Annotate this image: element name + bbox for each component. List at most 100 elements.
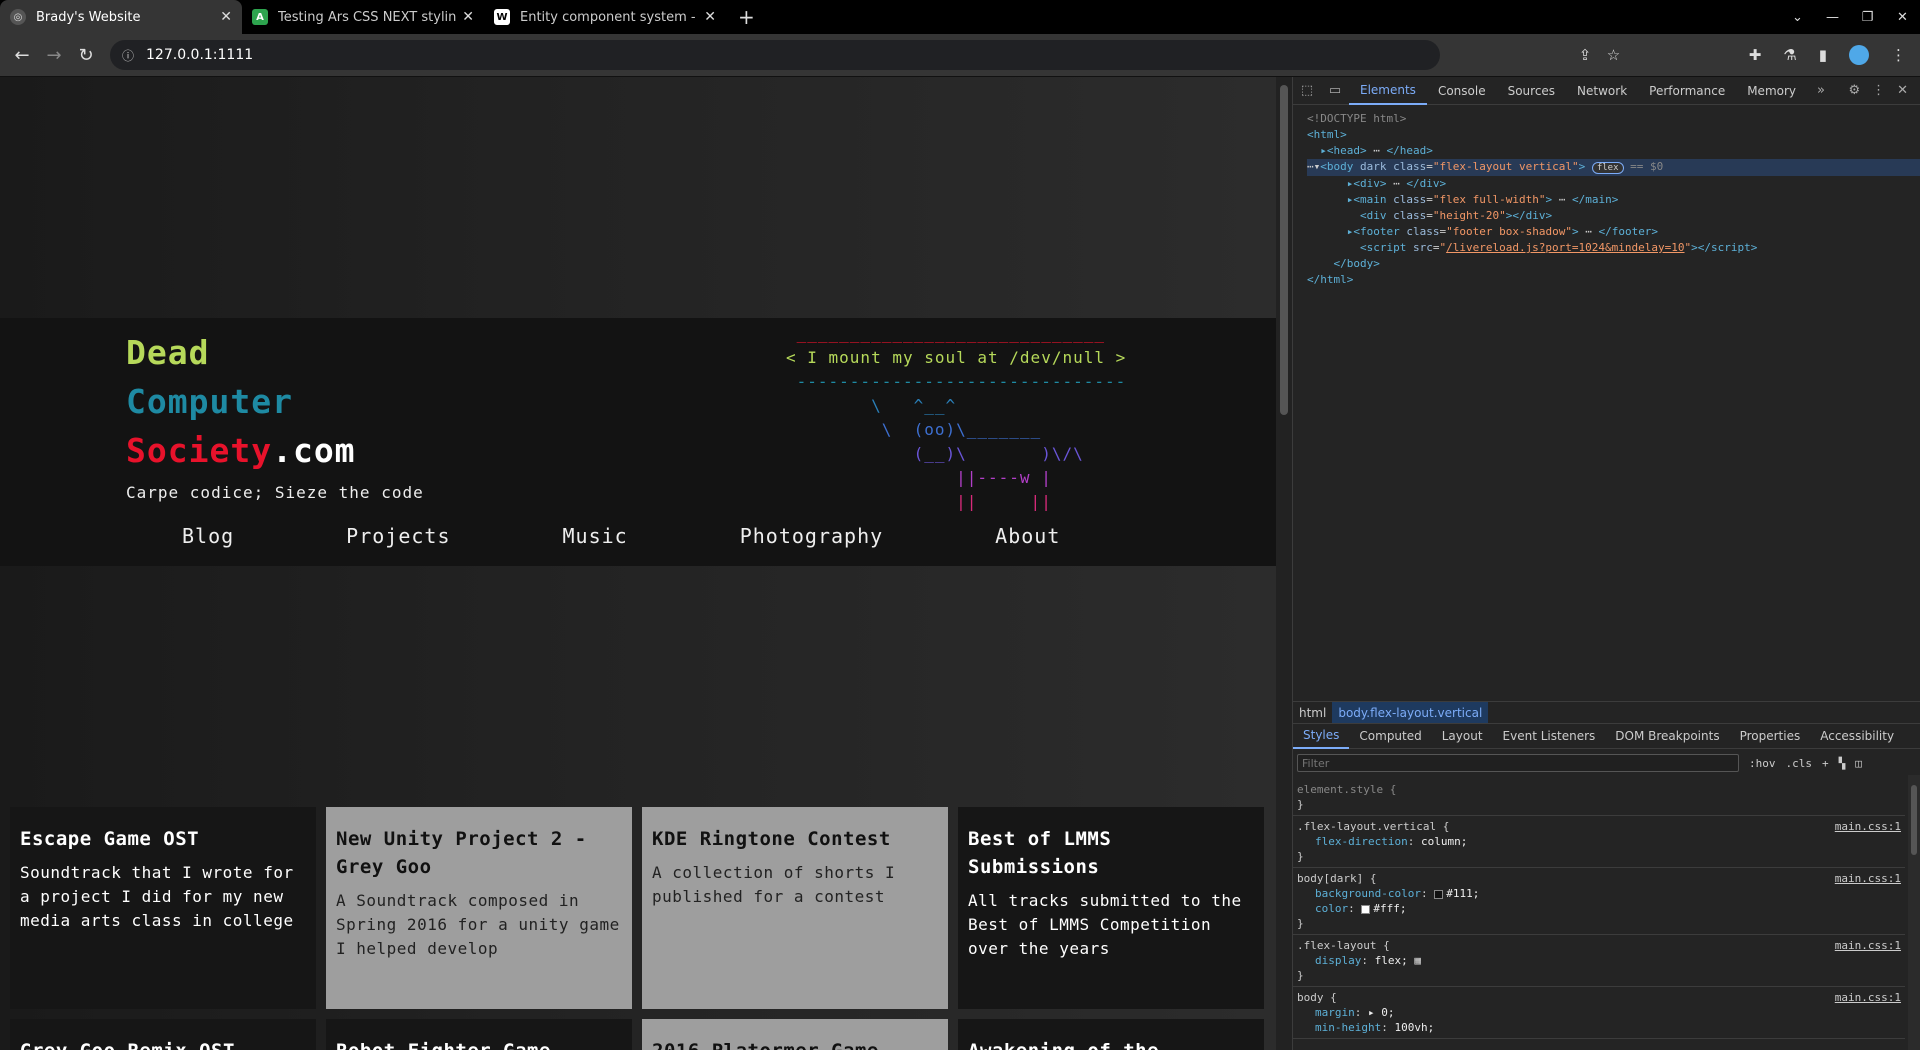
style-rule[interactable]: element.style { } (1293, 779, 1905, 816)
close-window-icon[interactable]: ✕ (1885, 10, 1920, 25)
close-devtools-icon[interactable]: ✕ (1897, 83, 1908, 98)
css-property[interactable]: margin: ▸ 0; (1297, 1005, 1905, 1020)
side-panel-icon[interactable]: ▮ (1819, 46, 1827, 64)
script-src-link[interactable]: /livereload.js?port=1024&mindelay=10 (1446, 241, 1684, 254)
subtab-computed[interactable]: Computed (1349, 723, 1431, 749)
inspect-element-icon[interactable]: ⬚ (1293, 83, 1321, 98)
dom-node-div[interactable]: ▸<div> ⋯ </div> (1307, 176, 1920, 192)
dom-node-head[interactable]: ▸<head> ⋯ </head> (1307, 143, 1920, 159)
dom-node-footer[interactable]: ▸<footer class="footer box-shadow"> ⋯ </… (1307, 224, 1920, 240)
project-card[interactable]: 2016 Platormer Game (642, 1019, 948, 1050)
address-bar[interactable]: ⓘ 127.0.0.1:1111 (110, 40, 1440, 70)
hov-toggle[interactable]: :hov (1749, 757, 1776, 770)
project-card[interactable]: New Unity Project 2 - Grey Goo A Soundtra… (326, 807, 632, 1009)
share-icon[interactable]: ⇪ (1579, 46, 1592, 64)
scrollbar-thumb[interactable] (1280, 85, 1288, 415)
color-swatch[interactable] (1361, 904, 1371, 914)
dom-node-spacer[interactable]: <div class="height-20"></div> (1307, 208, 1920, 224)
scrollbar-thumb[interactable] (1911, 785, 1917, 855)
restore-icon[interactable]: ❐ (1850, 10, 1885, 25)
project-card[interactable]: Grey Goo Remix OST (10, 1019, 316, 1050)
lab-flask-icon[interactable]: ⚗ (1783, 46, 1796, 64)
style-rule[interactable]: body { main.css:1 margin: ▸ 0; min-heigh… (1293, 987, 1905, 1039)
css-property[interactable]: color: #fff; (1297, 901, 1905, 916)
cls-toggle[interactable]: .cls (1786, 757, 1813, 770)
subtab-styles[interactable]: Styles (1293, 723, 1350, 749)
css-property[interactable]: display: flex; ▦ (1297, 953, 1905, 968)
subtab-event-listeners[interactable]: Event Listeners (1493, 723, 1606, 749)
tab-console[interactable]: Console (1427, 77, 1497, 105)
styles-scrollbar[interactable] (1908, 775, 1920, 1050)
nav-blog[interactable]: Blog (182, 524, 234, 548)
project-card[interactable]: Escape Game OST Soundtrack that I wrote f… (10, 807, 316, 1009)
rule-source-link[interactable]: main.css:1 (1835, 871, 1901, 886)
bookmark-star-icon[interactable]: ☆ (1607, 46, 1620, 64)
dom-node-script[interactable]: <script src="/livereload.js?port=1024&mi… (1307, 240, 1920, 256)
tab-search-icon[interactable]: ⌄ (1780, 10, 1815, 25)
nav-about[interactable]: About (995, 524, 1060, 548)
window-controls: ⌄ — ❐ ✕ (1780, 0, 1920, 34)
tab-network[interactable]: Network (1566, 77, 1638, 105)
browser-tab-3[interactable]: W Entity component system - Wikipedia ✕ (484, 0, 726, 34)
tab-sources[interactable]: Sources (1497, 77, 1566, 105)
flexbox-editor-icon[interactable]: ▦ (1414, 954, 1421, 967)
close-tab-icon[interactable]: ✕ (704, 9, 716, 25)
project-card[interactable]: Robot Fighter Game (326, 1019, 632, 1050)
style-rule[interactable]: body[dark] { main.css:1 background-color… (1293, 868, 1905, 935)
project-card[interactable]: KDE Ringtone Contest A collection of shor… (642, 807, 948, 1009)
project-card[interactable]: Best of LMMS Submissions All tracks submi… (958, 807, 1264, 1009)
browser-tab-1[interactable]: ◎ Brady's Website ✕ (0, 0, 242, 34)
nav-photography[interactable]: Photography (740, 524, 883, 548)
project-card[interactable]: Awakening of the (958, 1019, 1264, 1050)
new-rule-icon[interactable]: + (1822, 757, 1829, 770)
crumb-body[interactable]: body.flex-layout.vertical (1332, 701, 1489, 724)
reload-icon[interactable]: ↻ (70, 45, 102, 66)
settings-gear-icon[interactable]: ⚙ (1848, 83, 1860, 98)
dom-node-main[interactable]: ▸<main class="flex full-width"> ⋯ </main… (1307, 192, 1920, 208)
nav-projects[interactable]: Projects (346, 524, 450, 548)
nav-music[interactable]: Music (563, 524, 628, 548)
style-rule[interactable]: .flex-layout { main.css:1 display: flex;… (1293, 935, 1905, 987)
page-scrollbar[interactable] (1276, 77, 1292, 1050)
extensions-icon[interactable]: ✚ (1749, 46, 1762, 64)
crumb-html[interactable]: html (1293, 702, 1332, 724)
tab-strip: ◎ Brady's Website ✕ A Testing Ars CSS NE… (0, 0, 1920, 34)
device-toolbar-icon[interactable]: ▭ (1321, 83, 1349, 98)
close-tab-icon[interactable]: ✕ (462, 9, 474, 25)
tab-elements[interactable]: Elements (1349, 77, 1427, 105)
rule-source-link[interactable]: main.css:1 (1835, 990, 1901, 1005)
profile-avatar[interactable] (1849, 45, 1869, 65)
browser-tab-2[interactable]: A Testing Ars CSS NEXT styling ✕ (242, 0, 484, 34)
more-tabs-icon[interactable]: » (1807, 83, 1835, 98)
subtab-dom-breakpoints[interactable]: DOM Breakpoints (1605, 723, 1729, 749)
site-info-icon[interactable]: ⓘ (122, 47, 134, 64)
tab-performance[interactable]: Performance (1638, 77, 1736, 105)
back-icon[interactable]: ← (6, 45, 38, 66)
styles-filter-input[interactable] (1297, 754, 1739, 772)
forward-icon[interactable]: → (38, 45, 70, 66)
style-rule[interactable]: .flex-layout.vertical { main.css:1 flex-… (1293, 816, 1905, 868)
css-property[interactable]: background-color: #111; (1297, 886, 1905, 901)
sidebar-toggle-icon[interactable]: ◫ (1855, 757, 1862, 770)
color-swatch[interactable] (1434, 889, 1444, 899)
close-tab-icon[interactable]: ✕ (220, 9, 232, 25)
dom-node-body[interactable]: ⋯▾<body dark class="flex-layout vertical… (1307, 159, 1920, 176)
paint-bucket-icon[interactable]: ▚ (1839, 757, 1846, 770)
card-title: 2016 Platormer Game (652, 1037, 938, 1050)
css-property[interactable]: flex-direction: column; (1297, 834, 1905, 849)
dom-close-html: </html> (1307, 273, 1354, 286)
css-property[interactable]: min-height: 100vh; (1297, 1020, 1905, 1035)
new-tab-icon[interactable]: + (726, 0, 767, 34)
menu-kebab-icon[interactable]: ⋮ (1891, 46, 1906, 64)
subtab-properties[interactable]: Properties (1730, 723, 1811, 749)
subtab-layout[interactable]: Layout (1432, 723, 1493, 749)
site-logo[interactable]: Dead Computer Society.com (126, 328, 356, 475)
rule-source-link[interactable]: main.css:1 (1835, 819, 1901, 834)
dom-node-html[interactable]: <html> (1307, 127, 1920, 143)
subtab-accessibility[interactable]: Accessibility (1810, 723, 1904, 749)
minimize-icon[interactable]: — (1815, 10, 1850, 25)
tab-memory[interactable]: Memory (1736, 77, 1807, 105)
devtools-menu-icon[interactable]: ⋮ (1872, 83, 1885, 98)
flex-badge[interactable]: flex (1591, 162, 1624, 174)
rule-source-link[interactable]: main.css:1 (1835, 938, 1901, 953)
